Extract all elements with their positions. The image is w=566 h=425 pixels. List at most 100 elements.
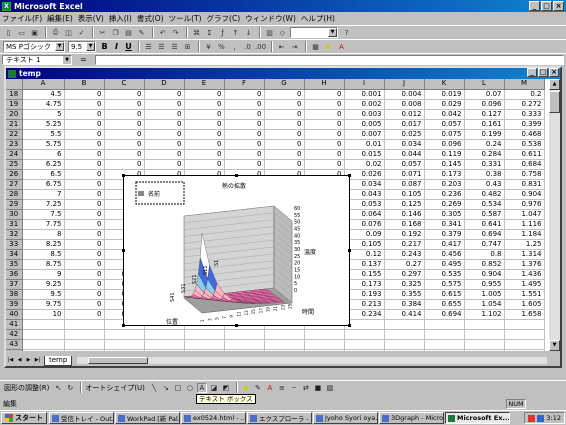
column-header[interactable]: L: [464, 79, 505, 90]
cell[interactable]: [144, 349, 185, 351]
cell[interactable]: 0.456: [424, 249, 465, 260]
cell[interactable]: 0.43: [464, 179, 505, 190]
italic-button[interactable]: I: [111, 41, 122, 52]
help-icon[interactable]: ?: [341, 27, 352, 38]
textbox-icon[interactable]: A: [196, 382, 207, 393]
cell[interactable]: 0: [144, 99, 185, 110]
cell[interactable]: 0: [64, 129, 105, 140]
cell[interactable]: 1.376: [504, 259, 545, 270]
column-header[interactable]: B: [64, 79, 105, 90]
row-header[interactable]: 21: [6, 119, 23, 130]
cell[interactable]: 0: [184, 99, 225, 110]
cell[interactable]: 0.904: [504, 189, 545, 200]
menu-edit[interactable]: 編集(E): [47, 13, 73, 24]
row-header[interactable]: 44: [6, 349, 23, 351]
close-button[interactable]: ×: [553, 1, 564, 11]
cell[interactable]: 0.694: [464, 229, 505, 240]
cell[interactable]: [184, 349, 225, 351]
task-workpad[interactable]: WorkPad [新 Pal...: [115, 412, 180, 424]
column-header[interactable]: E: [184, 79, 225, 90]
cell[interactable]: 1.047: [504, 209, 545, 220]
menu-view[interactable]: 表示(V): [78, 13, 104, 24]
menu-window[interactable]: ウィンドウ(W): [245, 13, 296, 24]
tray-icon[interactable]: [537, 414, 545, 422]
row-header[interactable]: 29: [6, 199, 23, 210]
column-header[interactable]: C: [104, 79, 145, 90]
borders-icon[interactable]: ▦: [310, 41, 321, 52]
cell[interactable]: [64, 349, 105, 351]
cell[interactable]: 0.331: [464, 159, 505, 170]
cell[interactable]: 0: [64, 299, 105, 310]
cell[interactable]: 0: [144, 89, 185, 100]
cell[interactable]: 0.127: [464, 109, 505, 120]
cell[interactable]: 1.054: [464, 299, 505, 310]
cut-icon[interactable]: ✂: [97, 27, 108, 38]
cell[interactable]: [64, 329, 105, 340]
cell[interactable]: 5.5: [22, 129, 65, 140]
cell[interactable]: 0: [304, 99, 345, 110]
dash-style-icon[interactable]: ┄: [289, 383, 299, 393]
currency-icon[interactable]: ¥: [203, 41, 214, 52]
cell[interactable]: 0.004: [384, 89, 425, 100]
wordart-icon[interactable]: ◪: [209, 383, 219, 393]
undo-icon[interactable]: ↶: [157, 27, 168, 38]
cell[interactable]: [64, 339, 105, 350]
cell[interactable]: 0.02: [344, 159, 385, 170]
cell[interactable]: [424, 339, 465, 350]
vertical-scroll-thumb[interactable]: [549, 91, 560, 113]
row-header[interactable]: 30: [6, 209, 23, 220]
cell[interactable]: [464, 329, 505, 340]
cell[interactable]: 0: [304, 119, 345, 130]
cell[interactable]: [384, 329, 425, 340]
cell[interactable]: [504, 339, 545, 350]
cell[interactable]: 0.414: [384, 309, 425, 320]
cell[interactable]: 8.25: [22, 239, 65, 250]
cell[interactable]: [264, 339, 305, 350]
cell[interactable]: 0: [224, 89, 265, 100]
cell[interactable]: 0.192: [384, 229, 425, 240]
cell[interactable]: 0: [304, 109, 345, 120]
format-painter-icon[interactable]: ✎: [136, 27, 147, 38]
cell[interactable]: 0: [104, 139, 145, 150]
cell[interactable]: 6.75: [22, 179, 65, 190]
cell[interactable]: 0.008: [384, 99, 425, 110]
cell[interactable]: 9.5: [22, 289, 65, 300]
row-header[interactable]: 25: [6, 159, 23, 170]
autosum-icon[interactable]: Σ: [204, 27, 215, 38]
cell[interactable]: 0: [64, 219, 105, 230]
cell[interactable]: 0.029: [424, 99, 465, 110]
cell[interactable]: 8: [22, 229, 65, 240]
formula-input[interactable]: [94, 54, 564, 65]
open-icon[interactable]: ▭: [16, 27, 27, 38]
cell[interactable]: [384, 319, 425, 330]
menu-insert[interactable]: 挿入(I): [109, 13, 132, 24]
cell[interactable]: 0.384: [384, 299, 425, 310]
cell[interactable]: 0: [184, 89, 225, 100]
font-color-draw-icon[interactable]: A: [265, 383, 275, 393]
next-sheet-icon[interactable]: ▶: [24, 356, 33, 365]
oval-icon[interactable]: ○: [185, 383, 195, 393]
column-header[interactable]: I: [344, 79, 385, 90]
cell[interactable]: 0.044: [384, 149, 425, 160]
cell[interactable]: 0: [64, 229, 105, 240]
cell[interactable]: 0: [264, 99, 305, 110]
underline-button[interactable]: U: [123, 41, 134, 52]
cell[interactable]: 0.034: [384, 139, 425, 150]
cell[interactable]: 4.5: [22, 89, 65, 100]
cell[interactable]: [344, 349, 385, 351]
cell[interactable]: [104, 329, 145, 340]
cell[interactable]: [224, 339, 265, 350]
cell[interactable]: 0.615: [424, 289, 465, 300]
cell[interactable]: 0.07: [464, 89, 505, 100]
menu-file[interactable]: ファイル(F): [2, 13, 42, 24]
font-size-select[interactable]: 9.5 ▼: [68, 41, 96, 52]
cell[interactable]: [144, 329, 185, 340]
cell[interactable]: 0.125: [384, 199, 425, 210]
cell[interactable]: [344, 329, 385, 340]
row-header[interactable]: 32: [6, 229, 23, 240]
row-header[interactable]: 43: [6, 339, 23, 350]
row-header[interactable]: 24: [6, 149, 23, 160]
cell[interactable]: [22, 339, 65, 350]
cell[interactable]: 1.495: [504, 279, 545, 290]
free-rotate-icon[interactable]: ↻: [65, 383, 75, 393]
